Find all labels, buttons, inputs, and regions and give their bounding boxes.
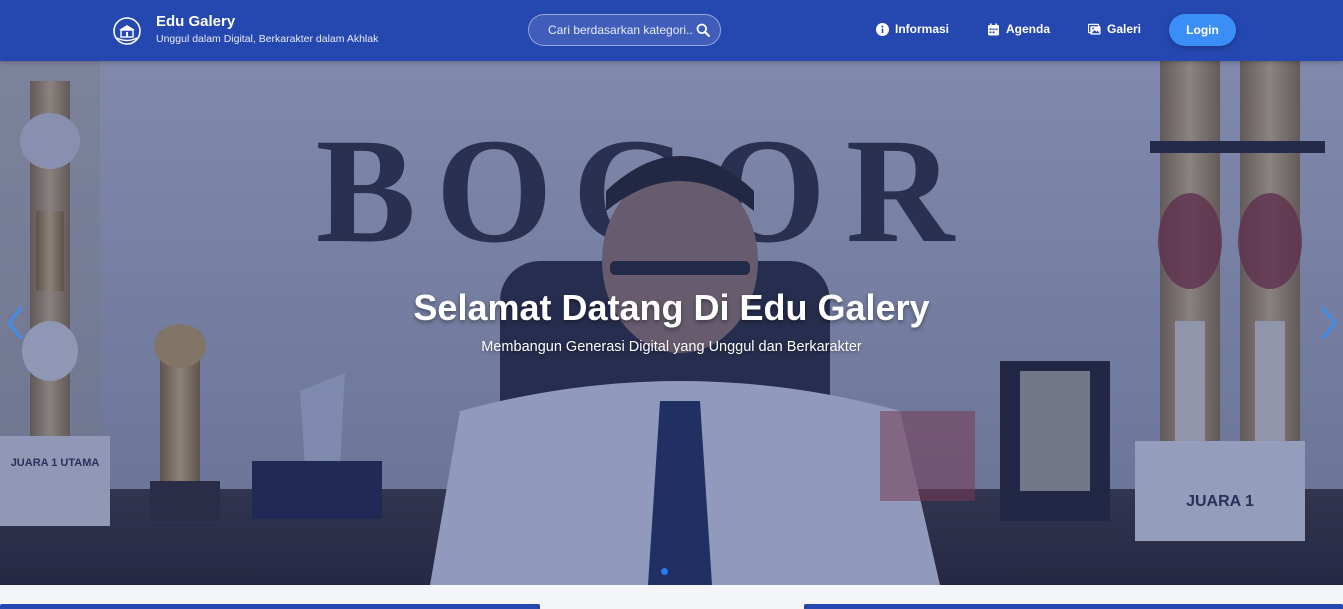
hero-carousel: BOGOR JUARA 1 JUARA 1 UTAMA	[0, 61, 1343, 585]
nav-label-informasi: Informasi	[895, 22, 950, 36]
carousel-dot-active[interactable]	[661, 568, 668, 575]
search-icon[interactable]	[696, 23, 710, 37]
brand[interactable]: Edu Galery Unggul dalam Digital, Berkara…	[112, 13, 378, 46]
nav-item-galeri[interactable]: Galeri	[1088, 22, 1141, 36]
section-card-left	[0, 604, 540, 609]
info-icon	[876, 22, 889, 36]
nav-item-informasi[interactable]: Informasi	[876, 22, 949, 36]
search-bar	[528, 14, 721, 46]
nav-label-agenda: Agenda	[1006, 22, 1051, 36]
hero-subtitle: Membangun Generasi Digital yang Unggul d…	[481, 339, 862, 355]
image-icon	[1088, 23, 1101, 35]
nav-label-galeri: Galeri	[1107, 22, 1142, 36]
calendar-icon	[988, 23, 999, 35]
school-logo-icon	[113, 17, 141, 45]
next-section-preview	[0, 585, 1343, 609]
login-button[interactable]: Login	[1169, 14, 1236, 46]
brand-title: Edu Galery	[156, 13, 236, 30]
navbar: Edu Galery Unggul dalam Digital, Berkara…	[0, 0, 1343, 61]
search-input[interactable]	[548, 23, 694, 37]
hero-title: Selamat Datang Di Edu Galery	[413, 287, 930, 328]
carousel-prev-arrow-icon[interactable]	[4, 305, 26, 341]
nav-item-agenda[interactable]: Agenda	[987, 22, 1050, 36]
carousel-next-arrow-icon[interactable]	[1318, 305, 1340, 341]
brand-subtitle: Unggul dalam Digital, Berkarakter dalam …	[156, 33, 379, 45]
carousel-indicators	[661, 568, 668, 575]
section-card-right	[804, 604, 1343, 609]
